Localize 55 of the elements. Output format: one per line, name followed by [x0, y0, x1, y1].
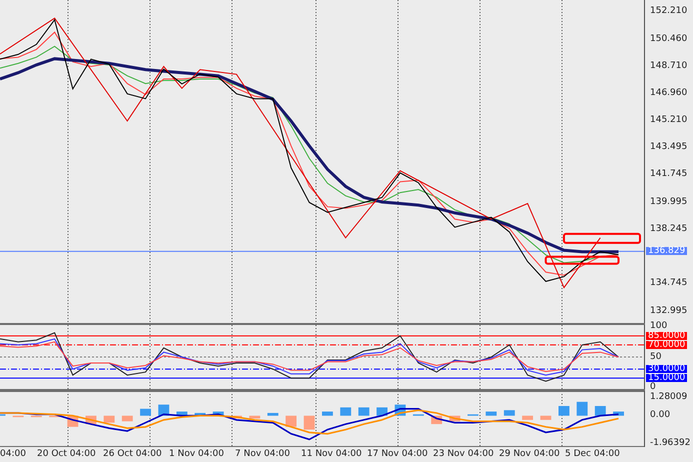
- axis-label: 1.28009: [650, 393, 688, 402]
- axis-label: 150.460: [650, 34, 688, 44]
- histogram-bar: [504, 410, 515, 416]
- histogram-bar: [358, 407, 370, 416]
- time-axis-label: 11 Nov 04:00: [301, 449, 362, 459]
- histogram-bar: [122, 416, 133, 422]
- level-badge: 15.0000: [646, 374, 688, 382]
- time-axis-label: 23 Nov 04:00: [433, 449, 494, 459]
- axis-label: 100: [650, 322, 668, 332]
- time-axis-label: 17 Nov 04:00: [367, 449, 428, 459]
- histogram-bar: [176, 412, 188, 416]
- current-price-badge: 136.829: [646, 247, 688, 256]
- histogram-bar: [449, 416, 460, 422]
- histogram-bar: [613, 412, 624, 416]
- time-axis-label: 26 Oct 04:00: [103, 449, 162, 459]
- axis-label: 50: [650, 352, 662, 362]
- time-axis-label: 20 Oct 04:00: [37, 449, 96, 459]
- axis-label: 138.245: [650, 224, 688, 234]
- axis-label: 134.745: [650, 279, 688, 288]
- histogram-bar: [486, 412, 497, 416]
- level-badge: 30.0000: [646, 365, 688, 374]
- histogram-bar: [522, 416, 534, 420]
- time-axis-label: 1 Nov 04:00: [169, 449, 224, 459]
- level-badge: 70.0000: [646, 340, 688, 349]
- time-axis-label: 29 Nov 04:00: [499, 449, 560, 459]
- time-axis-label: 7 Nov 04:00: [235, 449, 290, 459]
- axis-label: 145.210: [650, 116, 688, 126]
- histogram-bar: [158, 404, 170, 416]
- axis-label: 132.995: [650, 306, 688, 316]
- axis-label: 152.210: [650, 7, 688, 16]
- histogram-bar: [594, 406, 606, 416]
- axis-label: 143.495: [650, 143, 688, 152]
- axis-label: 139.995: [650, 198, 688, 207]
- histogram-bar: [286, 416, 297, 427]
- histogram-bar: [340, 407, 352, 416]
- axis-label: 148.710: [650, 62, 688, 71]
- histogram-bar: [540, 416, 552, 420]
- histogram-bar: [304, 416, 315, 430]
- axis-label: 0: [650, 382, 656, 392]
- axis-label: 141.745: [650, 170, 688, 180]
- time-axis-label: 5 Dec 04:00: [565, 449, 620, 459]
- histogram-bar: [140, 408, 151, 416]
- histogram-bar: [104, 416, 115, 423]
- axis-label: 146.960: [650, 89, 688, 98]
- histogram-bar: [558, 406, 570, 416]
- histogram-bar: [322, 412, 333, 416]
- level-badge: 85.0000: [646, 332, 688, 340]
- histogram-bar: [576, 402, 588, 416]
- histogram-bar: [249, 416, 260, 419]
- histogram-bar: [194, 412, 206, 416]
- axis-label: -1.96392: [650, 438, 690, 448]
- histogram-bar: [267, 412, 278, 416]
- time-axis-label: 04:00: [0, 449, 26, 459]
- axis-label: 0.00: [650, 411, 670, 420]
- histogram-bar: [212, 412, 224, 416]
